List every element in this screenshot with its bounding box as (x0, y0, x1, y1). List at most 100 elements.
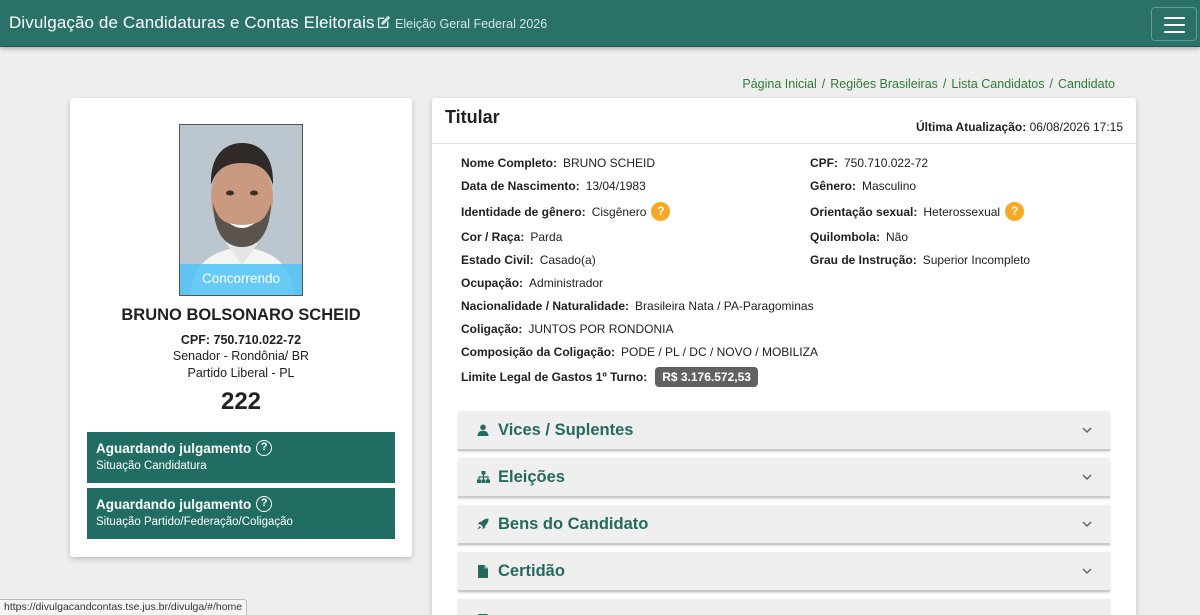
menu-icon-bar (1164, 31, 1185, 33)
candidate-details-card: Titular Última Atualização: 06/08/2026 1… (432, 98, 1136, 615)
field-label: Grau de Instrução: (810, 253, 917, 267)
app-title[interactable]: Divulgação de Candidaturas e Contas Elei… (9, 13, 375, 33)
rocket-icon (476, 517, 490, 531)
breadcrumb: Página Inicial / Regiões Brasileiras / Lista… (742, 77, 1115, 91)
spending-limit-badge: R$ 3.176.572,53 (655, 367, 758, 387)
field-label: Ocupação: (461, 276, 524, 290)
field-label: Orientação sexual: (810, 204, 918, 219)
details-title: Titular (445, 107, 500, 127)
field-label: Nacionalidade / Naturalidade: (461, 299, 630, 313)
field-value: PODE / PL / DC / NOVO / MOBILIZA (621, 345, 818, 359)
field-value: Não (886, 230, 909, 244)
field-label: CPF: (810, 156, 838, 170)
divider (432, 143, 1136, 144)
accordion-bens-candidato[interactable]: Bens do Candidato (458, 505, 1110, 545)
field-label: Estado Civil: (461, 253, 534, 267)
field-full-name: Nome Completo: BRUNO SCHEID (461, 156, 655, 170)
field-value: BRUNO SCHEID (563, 156, 656, 170)
document-icon (476, 564, 490, 578)
last-update: Última Atualização: 06/08/2026 17:15 (916, 120, 1123, 134)
candidate-party: Partido Liberal - PL (187, 366, 295, 380)
menu-icon (1164, 17, 1185, 19)
field-gender: Gênero: Masculino (810, 179, 916, 193)
field-race: Cor / Raça: Parda (461, 230, 562, 244)
breadcrumb-separator: / (1049, 77, 1053, 91)
party-status-text: Aguardando julgamento (96, 496, 252, 512)
last-update-label: Última Atualização: (915, 120, 1027, 134)
field-gender-identity: Identidade de gênero: Cisgênero ? (461, 202, 671, 221)
field-quilombola: Quilombola: Não (810, 230, 908, 244)
menu-icon-bar (1164, 24, 1185, 26)
help-icon[interactable]: ? (651, 202, 671, 221)
field-value: Administrador (529, 276, 604, 290)
breadcrumb-separator: / (942, 77, 947, 91)
field-education: Grau de Instrução: Superior Incompleto (810, 253, 1030, 267)
candidacy-status-subtitle: Situação Candidatura (96, 460, 207, 472)
candidate-name: BRUNO BOLSONARO SCHEID (121, 306, 361, 324)
field-cpf: CPF: 750.710.022-72 (810, 156, 928, 170)
field-value: Masculino (862, 179, 917, 193)
field-label: Gênero: (810, 179, 857, 193)
accordion-vices-suplentes[interactable]: Vices / Suplentes (458, 411, 1110, 451)
field-value: 13/04/1983 (585, 179, 646, 193)
field-value: 750.710.022-72 (844, 156, 929, 170)
top-navbar: Divulgação de Candidaturas e Contas Elei… (0, 0, 1200, 47)
hamburger-menu-button[interactable] (1151, 7, 1197, 41)
party-status-title: Aguardando julgamento ? (96, 496, 386, 512)
field-label: Quilombola: (810, 230, 880, 244)
candidacy-status-text: Aguardando julgamento (96, 440, 252, 456)
accordion-label: Vices / Suplentes (498, 420, 634, 439)
help-icon[interactable]: ? (1005, 202, 1025, 221)
field-label: Limite Legal de Gastos 1º Turno: (461, 370, 648, 384)
accordion-eleicoes[interactable]: Eleições (458, 458, 1110, 498)
field-value: Brasileira Nata / PA-Paragominas (635, 299, 814, 313)
field-nationality: Nacionalidade / Naturalidade: Brasileira… (461, 299, 814, 313)
field-label: Identidade de gênero: (461, 204, 586, 219)
candidate-office: Senador - Rondônia/ BR (172, 349, 310, 363)
party-status-subtitle: Situação Partido/Federação/Coligação (96, 516, 293, 528)
field-occupation: Ocupação: Administrador (461, 276, 603, 290)
breadcrumb-regions[interactable]: Regiões Brasileiras (830, 77, 938, 91)
accordion-certidao[interactable]: Certidão (458, 552, 1110, 592)
accordion-label: Eleições (498, 467, 565, 486)
field-value: Cisgênero (591, 204, 647, 219)
edit-icon (377, 15, 391, 29)
chevron-down-icon (1082, 474, 1092, 481)
party-status-box: Aguardando julgamento ? Situação Partido… (87, 488, 395, 539)
section-icon (476, 611, 490, 615)
chevron-down-icon (1082, 427, 1092, 434)
field-value: Casado(a) (539, 253, 596, 267)
chevron-down-icon (1082, 568, 1092, 575)
field-birth-date: Data de Nascimento: 13/04/1983 (461, 179, 646, 193)
field-value: Superior Incompleto (922, 253, 1031, 267)
breadcrumb-separator: / (821, 77, 826, 91)
field-spending-limit: Limite Legal de Gastos 1º Turno: R$ 3.17… (461, 367, 758, 387)
status-bar-url: https://divulgacandcontas.tse.jus.br/div… (0, 599, 248, 615)
field-value: JUNTOS POR RONDONIA (528, 322, 674, 336)
accordion-label: Certidão (498, 561, 565, 580)
candidacy-status-band: Concorrendo (180, 264, 302, 295)
field-coalition-composition: Composição da Coligação: PODE / PL / DC … (461, 345, 818, 359)
field-label: Composição da Coligação: (461, 345, 616, 359)
sitemap-icon (476, 470, 490, 484)
candidate-number: 222 (220, 388, 262, 415)
accordion-label: Bens do Candidato (498, 514, 649, 533)
breadcrumb-home[interactable]: Página Inicial (742, 77, 816, 91)
breadcrumb-candidate: Candidato (1058, 77, 1115, 91)
candidacy-status-title: Aguardando julgamento ? (96, 440, 386, 456)
candidate-cpf: CPF: 750.710.022-72 (180, 333, 302, 347)
field-marital-status: Estado Civil: Casado(a) (461, 253, 596, 267)
field-label: Nome Completo: (461, 156, 557, 170)
election-name[interactable]: Eleição Geral Federal 2026 (395, 17, 547, 31)
candidacy-status-box: Aguardando julgamento ? Situação Candida… (87, 432, 395, 483)
chevron-down-icon (1082, 521, 1092, 528)
accordion-next-partial[interactable] (458, 599, 1110, 615)
field-value: Parda (530, 230, 563, 244)
field-label: Cor / Raça: (461, 230, 525, 244)
field-coalition: Coligação: JUNTOS POR RONDONIA (461, 322, 673, 336)
breadcrumb-candidate-list[interactable]: Lista Candidatos (951, 77, 1044, 91)
help-circle-icon[interactable]: ? (256, 496, 273, 512)
help-circle-icon[interactable]: ? (256, 440, 273, 456)
candidate-summary-card: Concorrendo BRUNO BOLSONARO SCHEID CPF: … (70, 98, 412, 557)
field-label: Data de Nascimento: (461, 179, 580, 193)
